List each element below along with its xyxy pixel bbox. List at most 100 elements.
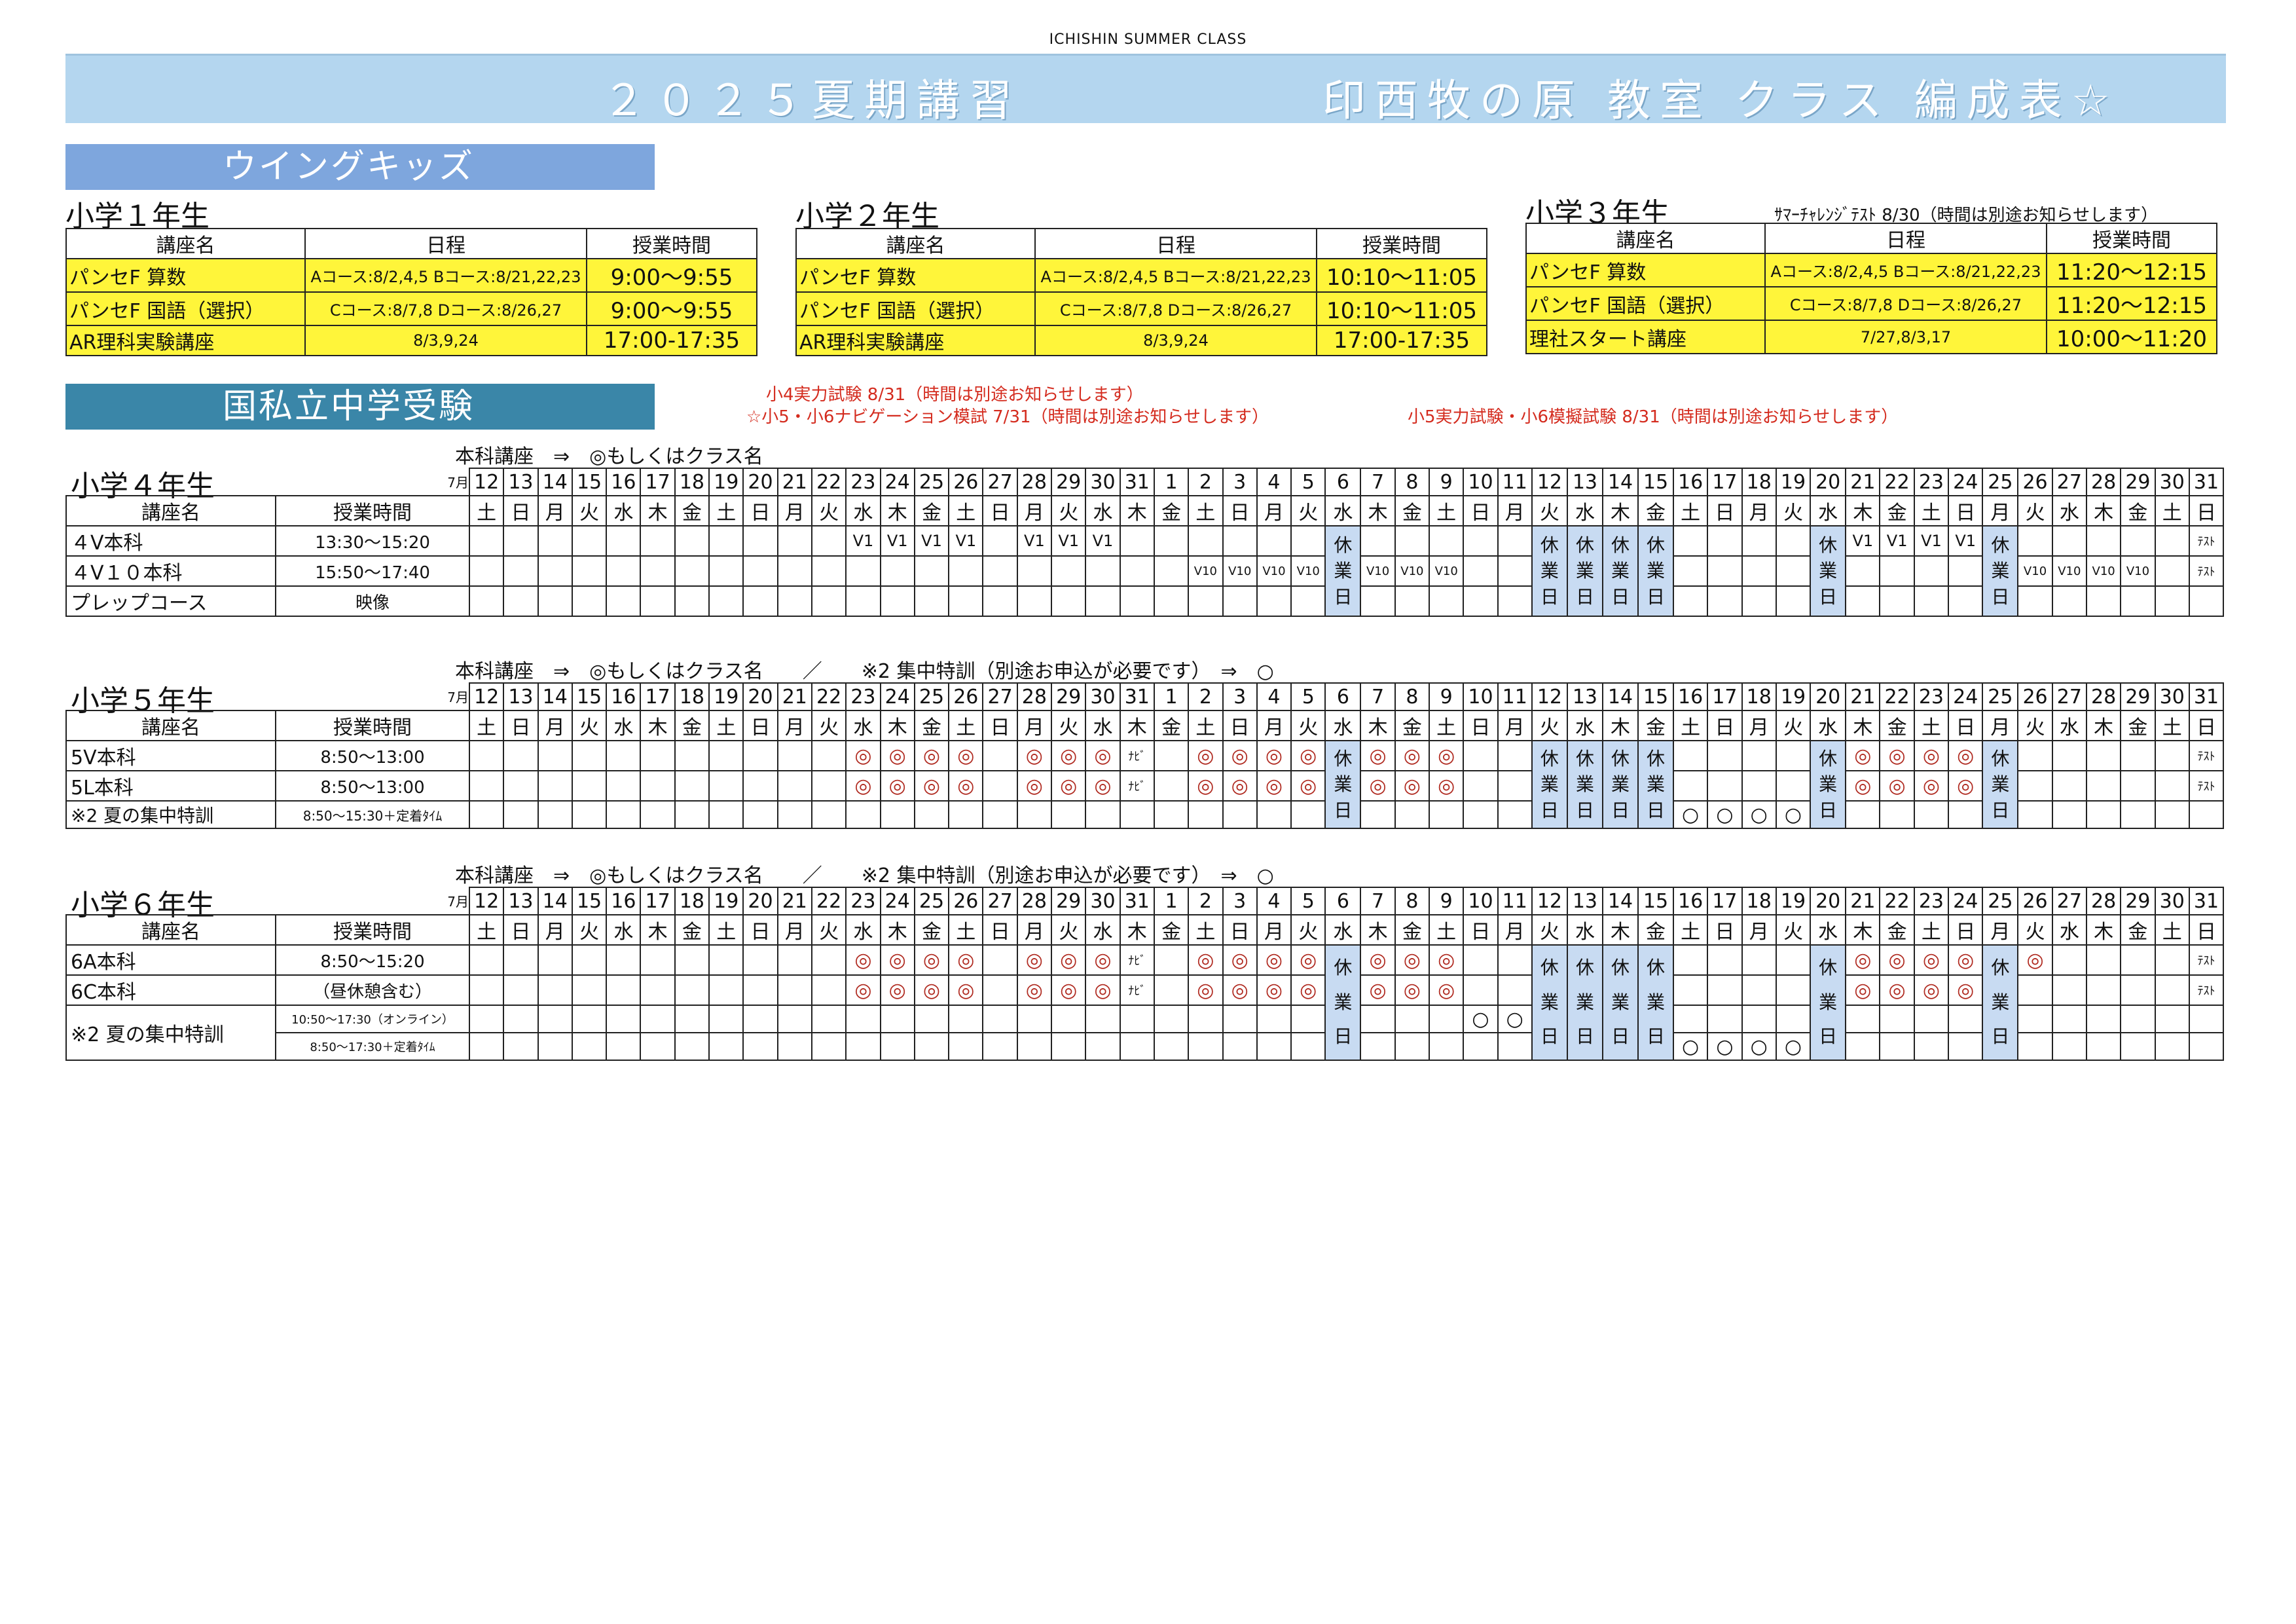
weekday: 土 — [948, 495, 984, 526]
day-number: 7 — [1360, 887, 1396, 915]
schedule-cell: V10 — [1188, 555, 1224, 587]
row-course-name: ４V本科 — [65, 525, 276, 557]
course-row: パンセF 算数 Aコース:8/2,4,5 Bコース:8/21,22,23 10:10… — [795, 258, 1487, 293]
course-schedule: Cコース:8/7,8 Dコース:8/26,27 — [1764, 286, 2047, 321]
note-grade4-test: 小4実力試験 8/31（時間は別途お知らせします） — [766, 385, 1144, 405]
schedule-cell: ◎ — [1051, 944, 1087, 976]
weekday: 金 — [1879, 495, 1915, 526]
course-name: パンセF 算数 — [65, 258, 306, 293]
row-course-name: プレップコース — [65, 585, 276, 617]
legend-grade5: 本科講座 ⇒ ◎もしくはクラス名 ／ ※2 集中特訓（別途お申込が必要です） ⇒… — [455, 660, 1274, 683]
holiday-cell: 休業日 — [1982, 944, 2019, 1061]
schedule-cell — [742, 974, 778, 1006]
schedule-cell: ﾅﾋﾞ — [1119, 770, 1155, 802]
weekday: 水 — [1566, 914, 1603, 946]
weekday: 金 — [1637, 495, 1674, 526]
day-number: 21 — [1845, 887, 1881, 915]
weekday: 土 — [468, 710, 505, 741]
schedule-cell — [2154, 740, 2190, 771]
day-number: 29 — [1051, 887, 1087, 915]
schedule-cell — [742, 555, 778, 587]
schedule-cell: ◎ — [1085, 740, 1121, 771]
day-number: 25 — [1982, 887, 2019, 915]
schedule-cell: ○ — [1672, 800, 1709, 829]
schedule-cell — [776, 944, 812, 976]
schedule-cell — [708, 944, 744, 976]
schedule-cell — [640, 1032, 676, 1061]
schedule-cell — [640, 974, 676, 1006]
schedule-cell — [1775, 770, 1812, 802]
schedule-cell — [913, 800, 950, 829]
holiday-cell: 休業日 — [1601, 740, 1639, 829]
schedule-cell: V10 — [2051, 555, 2087, 587]
schedule-cell: V1 — [1845, 525, 1881, 557]
weekday: 土 — [1672, 495, 1709, 526]
weekday: 日 — [982, 914, 1018, 946]
day-number: 7 — [1360, 468, 1396, 496]
schedule-cell — [503, 585, 539, 617]
row-course-name: ４V１０本科 — [65, 555, 276, 587]
day-number: 11 — [1497, 468, 1533, 496]
day-number: 19 — [708, 468, 744, 496]
weekday: 日 — [742, 495, 778, 526]
weekday: 木 — [879, 495, 915, 526]
schedule-cell — [1775, 944, 1812, 976]
schedule-row: ※2 夏の集中特訓 10:50～17:30（オンライン） ○ ○ — [65, 1005, 2225, 1061]
holiday-cell: 休業日 — [1810, 944, 1847, 1061]
schedule-cell — [1188, 1032, 1224, 1061]
weekday: 月 — [1982, 495, 2019, 526]
day-number: 9 — [1429, 887, 1465, 915]
day-number: 1 — [1153, 468, 1190, 496]
weekday: 火 — [1775, 914, 1812, 946]
schedule-cell — [606, 740, 642, 771]
weekday: 火 — [1531, 495, 1568, 526]
schedule-cell — [503, 944, 539, 976]
weekday: 金 — [1879, 914, 1915, 946]
holiday-cell: 休業日 — [1324, 944, 1362, 1061]
schedule-cell — [1256, 1005, 1292, 1033]
row-class-time: 8:50～13:00 — [275, 770, 470, 802]
schedule-cell — [537, 1032, 573, 1061]
day-number: 9 — [1429, 682, 1465, 711]
column-header: 授業時間 — [586, 228, 757, 259]
schedule-cell: ﾃｽﾄ — [2188, 555, 2225, 587]
course-time: 9:00～9:55 — [586, 258, 757, 293]
day-number: 12 — [468, 887, 505, 915]
month-label: 7月 — [447, 894, 469, 910]
schedule-row: 6A本科 8:50～15:20 ◎ ◎ ◎ ◎ ◎ ◎ ◎ ﾅﾋﾞ ◎ ◎ ◎ ◎ 休業日 ◎ ◎ ◎ 休業日 休業日… — [65, 944, 2225, 1061]
schedule-cell — [1290, 525, 1326, 557]
schedule-cell: ◎ — [1879, 770, 1915, 802]
schedule-cell — [503, 1032, 539, 1061]
schedule-cell — [845, 1032, 881, 1061]
schedule-cell: V1 — [948, 525, 984, 557]
schedule-cell — [1290, 1005, 1326, 1033]
schedule-cell: ﾅﾋﾞ — [1119, 974, 1155, 1006]
row-class-time: 15:50～17:40 — [275, 555, 470, 587]
schedule-cell — [982, 525, 1018, 557]
course-row: パンセF 算数 Aコース:8/2,4,5 Bコース:8/21,22,23 9:00～… — [65, 258, 757, 293]
schedule-cell: V1 — [1085, 525, 1121, 557]
course-row: 理社スタート講座 7/27,8/3,17 10:00～11:20 — [1525, 320, 2217, 354]
course-row: パンセF 国語（選択） Cコース:8/7,8 Dコース:8/26,27 10:10～… — [795, 291, 1487, 326]
schedule-cell — [776, 555, 812, 587]
day-number: 17 — [640, 468, 676, 496]
schedule-cell — [811, 1032, 847, 1061]
schedule-cell — [742, 770, 778, 802]
schedule-cell: ◎ — [1913, 770, 1950, 802]
course-schedule: Aコース:8/2,4,5 Bコース:8/21,22,23 — [1764, 253, 2047, 287]
schedule-cell — [1497, 740, 1533, 771]
schedule-cell: V10 — [2120, 555, 2156, 587]
schedule-cell — [1360, 800, 1396, 829]
day-number: 15 — [1637, 887, 1674, 915]
day-number: 22 — [1879, 887, 1915, 915]
schedule-cell — [606, 585, 642, 617]
grade3-course-table: 講座名 日程 授業時間 パンセF 算数 Aコース:8/2,4,5 Bコース:8/21,2… — [1525, 223, 2217, 354]
schedule-cell — [776, 1032, 812, 1061]
schedule-cell — [913, 585, 950, 617]
day-number: 22 — [1879, 682, 1915, 711]
course-name: パンセF 算数 — [795, 258, 1036, 293]
course-row: パンセF 算数 Aコース:8/2,4,5 Bコース:8/21,22,23 11:20… — [1525, 253, 2217, 287]
schedule-cell: ○ — [1741, 1032, 1777, 1061]
schedule-cell: ◎ — [1360, 770, 1396, 802]
day-number: 1 — [1153, 682, 1190, 711]
